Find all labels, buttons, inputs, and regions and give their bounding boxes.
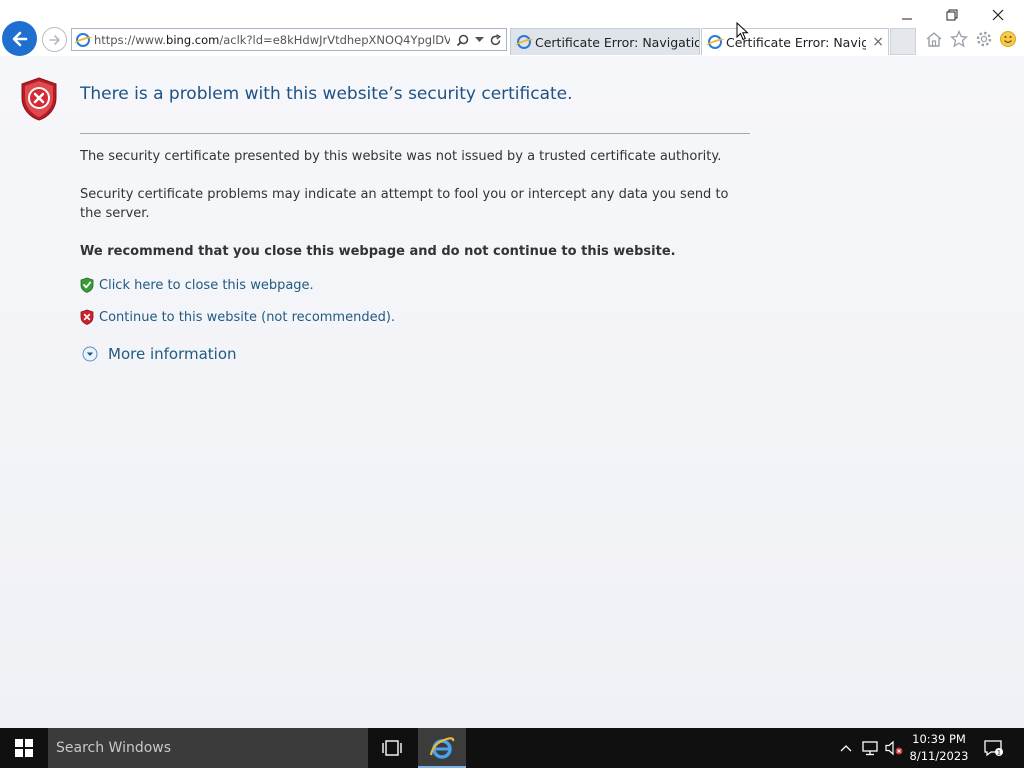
network-icon[interactable] [860,738,880,758]
address-url[interactable]: https://www.bing.com/aclk?ld=e8kHdwJrVtd… [94,33,450,47]
green-shield-check-icon [80,277,94,293]
continue-link-label[interactable]: Continue to this website (not recommende… [99,310,395,325]
minimize-icon [902,18,912,20]
close-webpage-link[interactable]: Click here to close this webpage. [80,277,314,293]
expand-chevron-icon [82,346,98,362]
forward-arrow-icon [48,34,60,45]
settings-gear-icon[interactable] [974,29,994,49]
clock-date: 8/11/2023 [909,749,969,763]
back-arrow-icon [12,31,27,46]
ie-tab-icon [517,35,531,49]
home-icon[interactable] [924,29,944,49]
notifications-icon: 1 [984,740,1003,757]
close-link-label[interactable]: Click here to close this webpage. [99,278,314,293]
close-tab-icon[interactable]: × [872,34,884,50]
search-placeholder: Search Windows [56,740,172,756]
security-shield-error-icon [21,77,57,121]
tab-certificate-error-2[interactable]: Certificate Error: Navigati... × [701,28,889,55]
action-center-button[interactable]: 1 [982,738,1004,758]
recommendation-text: We recommend that you close this webpage… [80,244,676,259]
windows-logo-icon [15,739,33,757]
more-information-toggle[interactable]: More information [82,345,237,363]
refresh-icon[interactable] [487,32,503,48]
ie-page-icon [76,32,90,47]
forward-button[interactable] [42,27,67,52]
clock-time: 10:39 PM [912,732,966,746]
divider [80,133,750,134]
start-button[interactable] [0,728,48,768]
task-view-button[interactable] [372,728,412,768]
warning-text: Security certificate problems may indica… [80,187,729,221]
restore-button[interactable] [930,4,974,26]
back-button[interactable] [2,21,37,56]
volume-muted-icon[interactable] [884,738,904,758]
search-icon[interactable] [454,32,470,48]
close-icon [992,9,1004,21]
ie-tab-icon [708,35,722,49]
task-view-icon [382,740,402,756]
red-shield-x-icon [80,309,94,325]
restore-icon [946,9,958,21]
more-information-label[interactable]: More information [108,345,237,363]
new-tab-button[interactable] [890,28,916,55]
feedback-smiley-icon[interactable] [998,29,1018,49]
internet-explorer-taskbar-button[interactable] [418,728,466,768]
certificate-error-page: There is a problem with this website’s s… [0,56,1024,728]
system-clock[interactable]: 10:39 PM 8/11/2023 [906,731,972,765]
minimize-button[interactable] [885,4,929,26]
taskbar-search-box[interactable]: Search Windows [48,728,368,768]
mouse-cursor-icon [736,22,749,41]
favorites-star-icon[interactable] [949,29,969,49]
show-hidden-icons-chevron-icon[interactable] [836,738,856,758]
continue-to-website-link[interactable]: Continue to this website (not recommende… [80,309,395,325]
svg-text:1: 1 [997,749,1001,757]
dropdown-arrow-icon[interactable] [471,32,487,48]
tab-certificate-error-1[interactable]: Certificate Error: Navigation ... [510,28,700,55]
tab-title: Certificate Error: Navigation ... [535,34,699,50]
taskbar: Search Windows 10:39 PM 8/11/2023 1 [0,728,1024,768]
close-window-button[interactable] [976,4,1020,26]
page-title: There is a problem with this website’s s… [80,84,573,104]
internet-explorer-icon [429,737,455,759]
address-bar[interactable]: https://www.bing.com/aclk?ld=e8kHdwJrVtd… [71,28,507,51]
browser-toolbar: https://www.bing.com/aclk?ld=e8kHdwJrVtd… [0,0,1024,56]
explanation-text: The security certificate presented by th… [80,149,722,164]
